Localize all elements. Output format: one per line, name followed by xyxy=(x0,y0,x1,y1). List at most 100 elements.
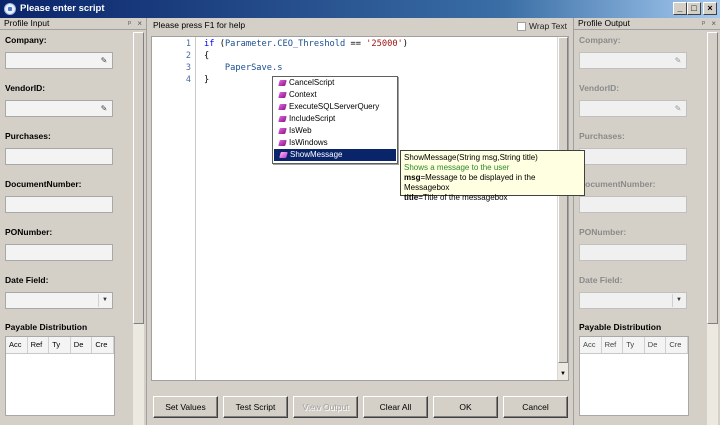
autocomplete-item[interactable]: IsWindows xyxy=(273,137,397,149)
scrollbar-thumb[interactable] xyxy=(133,32,144,324)
clear-all-button[interactable]: Clear All xyxy=(363,396,428,418)
autocomplete-item-selected[interactable]: ShowMessage xyxy=(274,149,396,161)
ponumber-input[interactable] xyxy=(5,244,113,261)
date-field-label: Date Field: xyxy=(579,275,623,285)
company-output: ✎ xyxy=(579,52,687,69)
line-number: 2 xyxy=(185,51,191,61)
minimize-button[interactable]: _ xyxy=(673,2,687,15)
company-input[interactable]: ✎ xyxy=(5,52,113,69)
payable-distribution-grid[interactable]: Acc Ref Ty De Cre xyxy=(5,336,115,416)
code-line: if (Parameter.CEO_Threshold == '25000') xyxy=(204,39,408,49)
scroll-down-arrow-icon[interactable]: ▼ xyxy=(558,369,568,380)
autocomplete-item[interactable]: IsWeb xyxy=(273,125,397,137)
autocomplete-item-label: IncludeScript xyxy=(289,114,336,123)
pin-icon[interactable]: ᵖ xyxy=(128,18,131,29)
method-icon xyxy=(279,152,288,158)
wrap-text-checkbox[interactable] xyxy=(517,21,527,31)
purchases-input[interactable] xyxy=(5,148,113,165)
test-script-button[interactable]: Test Script xyxy=(223,396,288,418)
code-identifier: Parameter.CEO_Threshold xyxy=(224,39,346,49)
purchases-label: Purchases: xyxy=(579,131,625,141)
column-header[interactable]: Ty xyxy=(49,337,71,353)
eraser-icon: ✎ xyxy=(674,56,682,65)
panel-title: Profile Input xyxy=(4,18,50,28)
wrap-text-toggle[interactable]: Wrap Text xyxy=(517,21,567,31)
column-header[interactable]: De xyxy=(71,337,93,353)
code-line: { xyxy=(204,51,210,61)
column-header[interactable]: Cre xyxy=(92,337,114,353)
panel-scrollbar[interactable] xyxy=(707,32,718,425)
window-title: Please enter script xyxy=(20,3,105,14)
autocomplete-item-label: IsWindows xyxy=(289,138,328,147)
column-header[interactable]: Cre xyxy=(666,337,688,353)
panel-body: Company: ✎ VendorID: ✎ Purchases: Docume… xyxy=(574,31,706,425)
autocomplete-item-label: IsWeb xyxy=(289,126,312,135)
panel-header: Profile Output ᵖ × xyxy=(574,18,720,30)
code-keyword: if xyxy=(204,39,215,49)
documentnumber-label: DocumentNumber: xyxy=(5,179,82,189)
panel-scrollbar[interactable] xyxy=(133,32,144,425)
code-paren: ) xyxy=(402,39,409,49)
wrap-text-label: Wrap Text xyxy=(529,21,567,31)
maximize-button[interactable]: □ xyxy=(687,2,701,15)
autocomplete-list[interactable]: CancelScript Context ExecuteSQLServerQue… xyxy=(272,76,398,164)
cancel-button[interactable]: Cancel xyxy=(503,396,568,418)
close-button[interactable]: × xyxy=(703,2,717,15)
scrollbar-thumb[interactable] xyxy=(707,32,718,324)
autocomplete-item[interactable]: IncludeScript xyxy=(273,113,397,125)
view-output-button[interactable]: View Output xyxy=(293,396,358,418)
action-button-bar: Set Values Test Script View Output Clear… xyxy=(151,396,569,420)
date-field-output: ▼ xyxy=(579,292,687,309)
app-icon xyxy=(4,3,16,15)
column-header[interactable]: De xyxy=(645,337,667,353)
date-field-select[interactable]: ▼ xyxy=(5,292,113,309)
documentnumber-output xyxy=(579,196,687,213)
close-icon[interactable]: × xyxy=(711,18,716,29)
grid-header: Acc Ref Ty De Cre xyxy=(6,337,114,354)
vendorid-label: VendorID: xyxy=(5,83,46,93)
payable-distribution-label: Payable Distribution xyxy=(5,322,88,332)
eraser-icon[interactable]: ✎ xyxy=(98,103,110,114)
documentnumber-label: DocumentNumber: xyxy=(579,179,656,189)
method-tooltip: ShowMessage(String msg,String title) Sho… xyxy=(400,150,585,202)
column-header[interactable]: Ref xyxy=(28,337,50,353)
help-text: Please press F1 for help xyxy=(153,20,246,30)
column-header[interactable]: Acc xyxy=(6,337,28,353)
eraser-icon[interactable]: ✎ xyxy=(98,55,110,66)
editor-scrollbar[interactable]: ▼ xyxy=(557,37,568,380)
payable-distribution-grid[interactable]: Acc Ref Ty De Cre xyxy=(579,336,689,416)
vendorid-input[interactable]: ✎ xyxy=(5,100,113,117)
ok-button[interactable]: OK xyxy=(433,396,498,418)
param-desc: =Title of the messagebox xyxy=(418,193,508,202)
profile-input-panel: Profile Input ᵖ × Company: ✎ VendorID: ✎… xyxy=(0,18,146,425)
close-icon[interactable]: × xyxy=(137,18,142,29)
method-icon xyxy=(278,104,287,110)
panel-header: Profile Input ᵖ × xyxy=(0,18,146,30)
line-number: 1 xyxy=(185,39,191,49)
autocomplete-item-label: Context xyxy=(289,90,317,99)
line-number: 3 xyxy=(185,63,191,73)
method-icon xyxy=(278,128,287,134)
column-header[interactable]: Acc xyxy=(580,337,602,353)
company-label: Company: xyxy=(579,35,621,45)
autocomplete-item[interactable]: CancelScript xyxy=(273,77,397,89)
payable-distribution-label: Payable Distribution xyxy=(579,322,662,332)
purchases-label: Purchases: xyxy=(5,131,51,141)
column-header[interactable]: Ty xyxy=(623,337,645,353)
line-number: 4 xyxy=(185,75,191,85)
chevron-down-icon[interactable]: ▼ xyxy=(98,294,111,307)
method-icon xyxy=(278,140,287,146)
eraser-icon: ✎ xyxy=(674,104,682,113)
autocomplete-item[interactable]: ExecuteSQLServerQuery xyxy=(273,101,397,113)
code-operator: == xyxy=(345,39,367,49)
ponumber-label: PONumber: xyxy=(5,227,53,237)
method-icon xyxy=(278,80,287,86)
column-header[interactable]: Ref xyxy=(602,337,624,353)
tooltip-description: Shows a message to the user xyxy=(404,163,510,172)
documentnumber-input[interactable] xyxy=(5,196,113,213)
set-values-button[interactable]: Set Values xyxy=(153,396,218,418)
vendorid-output: ✎ xyxy=(579,100,687,117)
autocomplete-item[interactable]: Context xyxy=(273,89,397,101)
pin-icon[interactable]: ᵖ xyxy=(702,18,705,29)
code-line: } xyxy=(204,75,210,85)
